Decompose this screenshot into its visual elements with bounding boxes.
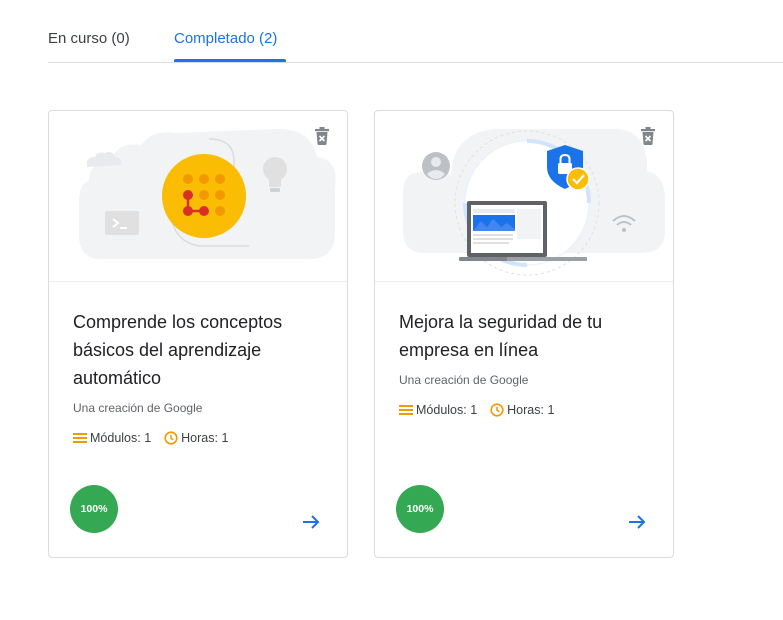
progress-badge: 100% xyxy=(396,485,444,533)
course-tabs: En curso (0) Completado (2) xyxy=(48,0,783,63)
hours-count: Horas: 1 xyxy=(181,431,229,445)
machine-learning-illustration xyxy=(49,111,347,282)
hours-count: Horas: 1 xyxy=(507,403,555,417)
course-card-body: Mejora la seguridad de tu empresa en lín… xyxy=(399,308,651,418)
course-creator: Una creación de Google xyxy=(399,373,529,387)
course-title: Mejora la seguridad de tu empresa en lín… xyxy=(399,312,603,360)
modules-count: Módulos: 1 xyxy=(416,403,478,417)
course-card[interactable]: Comprende los conceptos básicos del apre… xyxy=(48,110,348,558)
course-card[interactable]: Mejora la seguridad de tu empresa en lín… xyxy=(374,110,674,558)
modules-list-icon xyxy=(73,433,87,443)
active-tab-indicator xyxy=(174,59,286,62)
hours-info: Horas: 1 xyxy=(490,402,554,418)
tab-completed[interactable]: Completado (2) xyxy=(174,29,277,49)
course-card-body: Comprende los conceptos básicos del apre… xyxy=(73,308,325,446)
online-security-illustration xyxy=(375,111,673,282)
clock-icon xyxy=(164,431,178,445)
modules-info: Módulos: 1 xyxy=(73,430,151,446)
clock-icon xyxy=(490,403,504,417)
arrow-forward-icon[interactable] xyxy=(301,512,321,532)
course-meta: Módulos: 1 Horas: 1 xyxy=(73,430,325,446)
progress-badge: 100% xyxy=(70,485,118,533)
modules-count: Módulos: 1 xyxy=(90,431,152,445)
course-meta: Módulos: 1 Horas: 1 xyxy=(399,402,651,418)
modules-list-icon xyxy=(399,405,413,415)
tab-in-progress[interactable]: En curso (0) xyxy=(48,29,130,49)
trash-icon[interactable] xyxy=(641,127,655,145)
courses-page: En curso (0) Completado (2) Comprende lo… xyxy=(0,0,783,620)
arrow-forward-icon[interactable] xyxy=(627,512,647,532)
trash-icon[interactable] xyxy=(315,127,329,145)
hours-info: Horas: 1 xyxy=(164,430,228,446)
course-creator: Una creación de Google xyxy=(73,401,203,415)
modules-info: Módulos: 1 xyxy=(399,402,477,418)
course-title: Comprende los conceptos básicos del apre… xyxy=(73,312,283,388)
